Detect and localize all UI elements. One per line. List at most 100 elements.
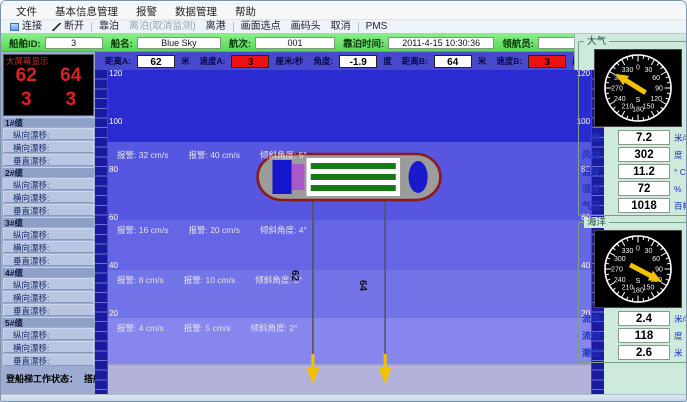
reading-row: 温度:11.2° C	[582, 164, 687, 179]
drift-row[interactable]: 垂直漂移:	[3, 354, 94, 366]
display-value: 62	[4, 65, 49, 87]
toolbar-button-0[interactable]: 连接	[5, 20, 47, 34]
drift-row[interactable]: 纵向漂移:	[3, 278, 94, 290]
measure-value: -1.9	[339, 55, 377, 68]
svg-text:90: 90	[655, 85, 663, 92]
alarm-b-text: 报警: 20 cm/s	[188, 224, 239, 236]
cable-group-header-1: 1#缆	[3, 117, 94, 127]
drift-row[interactable]: 横向漂移:	[3, 191, 94, 203]
reading-unit: 度	[674, 149, 687, 161]
body: 船舶ID:船名:航次:靠泊时间:领航员: 大屏幕显示 626433 1#缆纵向漂…	[1, 34, 686, 394]
svg-text:120: 120	[650, 96, 662, 103]
toolbar-button-label: 画面选点	[241, 20, 281, 34]
reading-value: 7.2	[618, 130, 670, 145]
tilt-angle-text: 倾斜角度: 4°	[260, 224, 307, 236]
tilt-angle-text: 倾斜角度: 2°	[251, 322, 298, 334]
toolbar-button-5[interactable]: 画面选点	[236, 20, 286, 34]
toolbar-button-6[interactable]: 画码头	[286, 20, 326, 34]
scale-tick-label: 80	[109, 165, 127, 174]
measure-value: 62	[137, 55, 175, 68]
reading-unit: 米/秒	[674, 313, 687, 325]
drift-row[interactable]: 横向漂移:	[3, 291, 94, 303]
info-field-input-3[interactable]	[388, 37, 494, 49]
distance-label-b: 64	[357, 280, 368, 291]
menu-item-1[interactable]: 基本信息管理	[46, 5, 127, 20]
svg-text:270: 270	[611, 266, 623, 273]
drift-row[interactable]: 纵向漂移:	[3, 128, 94, 140]
drift-row[interactable]: 垂直漂移:	[3, 304, 94, 316]
svg-text:330: 330	[621, 67, 633, 74]
reading-value: 1018	[618, 198, 670, 213]
menu-item-4[interactable]: 帮助	[226, 5, 265, 20]
svg-text:180: 180	[632, 287, 644, 294]
alarm-threshold-row: 报警: 16 cm/s报警: 20 cm/s倾斜角度: 4°	[117, 224, 307, 236]
display-value: 3	[49, 89, 94, 111]
gangway-status: 登船梯工作状态：搭船	[3, 372, 94, 385]
svg-text:210: 210	[621, 104, 633, 111]
reading-unit: ° C	[674, 167, 687, 177]
arrow-down-icon	[306, 368, 319, 384]
arrow-down-icon	[379, 368, 392, 384]
svg-text:150: 150	[642, 285, 654, 292]
atmosphere-readings: 风速:7.2米/秒风向:302度温度:11.2° C湿度:72%气压:1018百…	[582, 130, 687, 213]
alarm-threshold-row: 报警: 4 cm/s报警: 5 cm/s倾斜角度: 2°	[117, 322, 297, 334]
menu-item-0[interactable]: 文件	[7, 5, 46, 20]
alarm-threshold-row: 报警: 8 cm/s报警: 10 cm/s倾斜角度: 3°	[117, 274, 302, 286]
toolbar-button-label: 离泊(取消监测)	[129, 20, 196, 34]
toolbar-button-label: 连接	[22, 20, 42, 34]
info-field-label: 航次:	[229, 36, 251, 50]
info-field-input-1[interactable]	[137, 37, 221, 49]
toolbar-button-8[interactable]: PMS	[361, 20, 393, 34]
drift-row[interactable]: 垂直漂移:	[3, 154, 94, 166]
drift-row[interactable]: 纵向漂移:	[3, 178, 94, 190]
drift-row[interactable]: 垂直漂移:	[3, 204, 94, 216]
toolbar-button-label: PMS	[366, 20, 388, 34]
svg-text:210: 210	[621, 285, 633, 292]
svg-text:0: 0	[636, 245, 640, 252]
ocean-group: 海洋 0306090120150180210240270300330S 流速:2…	[578, 222, 687, 363]
reading-label: 风向:	[582, 148, 614, 161]
svg-text:60: 60	[652, 256, 660, 263]
distance-lines	[306, 198, 391, 384]
svg-text:90: 90	[655, 266, 663, 273]
display-value: 64	[49, 65, 94, 87]
svg-text:240: 240	[614, 277, 626, 284]
reading-row: 风速:7.2米/秒	[582, 130, 687, 145]
drift-row[interactable]: 横向漂移:	[3, 341, 94, 353]
reading-value: 2.6	[618, 345, 670, 360]
reading-value: 72	[618, 181, 670, 196]
toolbar-separator	[233, 22, 234, 32]
drift-row[interactable]: 纵向漂移:	[3, 328, 94, 340]
svg-text:150: 150	[642, 104, 654, 111]
drift-row[interactable]: 横向漂移:	[3, 141, 94, 153]
reading-value: 118	[618, 328, 670, 343]
menu-item-3[interactable]: 数据管理	[166, 5, 226, 20]
svg-text:240: 240	[614, 96, 626, 103]
measure-value-alarm: 3	[231, 55, 269, 68]
alarm-b-text: 报警: 10 cm/s	[184, 274, 235, 286]
info-field-input-0[interactable]	[45, 37, 103, 49]
ocean-title: 海洋	[584, 217, 609, 228]
cable-group-header-5: 5#缆	[3, 317, 94, 327]
reading-row: 风向:302度	[582, 147, 687, 162]
info-field-input-2[interactable]	[255, 37, 335, 49]
toolbar-button-7[interactable]: 取消	[326, 20, 356, 34]
toolbar-separator	[358, 22, 359, 32]
scale-tick-label: 120	[109, 70, 127, 78]
drift-row[interactable]: 垂直漂移:	[3, 254, 94, 266]
measure-unit: 厘米/秒	[275, 55, 303, 67]
svg-text:30: 30	[644, 248, 652, 255]
reading-label: 潮位:	[582, 346, 614, 359]
scale-tick-label: 20	[109, 309, 127, 318]
ship-stern-block	[272, 160, 291, 194]
toolbar-button-1[interactable]: 断开	[47, 20, 89, 34]
menu-item-2[interactable]: 报警	[127, 5, 166, 20]
alarm-a-text: 报警: 32 cm/s	[117, 149, 168, 161]
svg-text:0: 0	[636, 64, 640, 71]
measure-label: 角度:	[313, 55, 333, 67]
measure-label: 速度A:	[200, 55, 226, 67]
drift-row[interactable]: 纵向漂移:	[3, 228, 94, 240]
drift-row[interactable]: 横向漂移:	[3, 241, 94, 253]
toolbar-button-2[interactable]: 靠泊	[94, 20, 124, 34]
toolbar-button-4[interactable]: 离港	[201, 20, 231, 34]
